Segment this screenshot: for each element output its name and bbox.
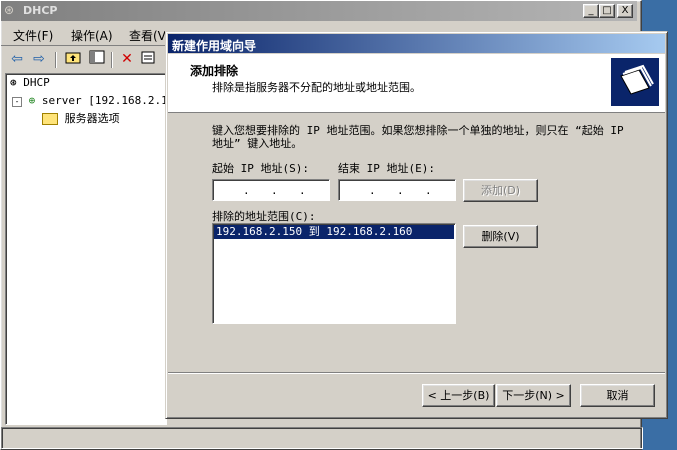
wizard-title: 新建作用域向导 — [172, 39, 257, 53]
back-button-label: < 上一步(B) — [427, 389, 490, 402]
properties-icon[interactable] — [139, 50, 159, 68]
status-bar — [1, 427, 643, 449]
tree-root-dhcp[interactable]: ⊛ DHCP — [10, 76, 50, 89]
end-ip-field[interactable]: . . . — [338, 179, 456, 201]
toolbar-separator — [111, 52, 113, 68]
back-button[interactable]: < 上一步(B) — [422, 384, 495, 407]
tree-server-label: server [192.168.2.10 — [41, 94, 175, 107]
server-icon: ⊕ — [28, 94, 36, 107]
remove-button-label: 删除(V) — [481, 230, 520, 243]
new-scope-wizard-dialog: 新建作用域向导 添加排除 排除是指服务器不分配的地址或地址范围。 键入您想要排除… — [165, 31, 668, 419]
next-button-label: 下一步(N) > — [502, 389, 565, 402]
tree-server-node[interactable]: - ⊕ server [192.168.2.10 — [12, 94, 174, 107]
remove-button[interactable]: 删除(V) — [463, 225, 538, 248]
show-hide-tree-icon[interactable] — [87, 50, 107, 68]
footer-separator — [168, 372, 665, 374]
menu-file[interactable]: 文件(F) — [13, 27, 53, 44]
folder-icon — [42, 113, 58, 125]
menu-action[interactable]: 操作(A) — [71, 27, 113, 44]
toolbar-separator — [55, 52, 57, 68]
forward-icon[interactable]: ⇨ — [29, 50, 49, 68]
excluded-ranges-list[interactable]: 192.168.2.150 到 192.168.2.160 — [212, 223, 456, 324]
close-button[interactable]: X — [617, 4, 633, 18]
console-tree[interactable]: ⊛ DHCP - ⊕ server [192.168.2.10 服务器选项 — [5, 73, 174, 425]
start-ip-label: 起始 IP 地址(S): — [212, 162, 309, 175]
wizard-titlebar[interactable]: 新建作用域向导 — [168, 34, 665, 53]
list-item[interactable]: 192.168.2.150 到 192.168.2.160 — [214, 225, 454, 239]
tree-root-label: DHCP — [23, 76, 50, 89]
end-ip-label: 结束 IP 地址(E): — [338, 162, 435, 175]
main-titlebar[interactable]: ⊛ DHCP _ □ X — [1, 1, 637, 21]
up-folder-icon[interactable] — [63, 50, 83, 68]
cancel-button[interactable]: 取消 — [580, 384, 655, 407]
maximize-button[interactable]: □ — [599, 4, 615, 18]
page-subtitle: 排除是指服务器不分配的地址或地址范围。 — [212, 81, 421, 94]
add-button[interactable]: 添加(D) — [463, 179, 538, 202]
next-button[interactable]: 下一步(N) > — [496, 384, 571, 407]
main-window-title: DHCP — [23, 4, 58, 17]
minimize-button[interactable]: _ — [583, 4, 599, 18]
instruction-text: 键入您想要排除的 IP 地址范围。如果您想排除一个单独的地址，则只在 “起始 I… — [212, 124, 624, 150]
dhcp-app-icon: ⊛ — [4, 3, 15, 17]
wizard-folder-icon — [611, 58, 659, 106]
back-icon[interactable]: ⇦ — [7, 50, 27, 68]
dhcp-node-icon: ⊛ — [10, 76, 17, 89]
delete-icon[interactable]: ✕ — [117, 50, 137, 68]
tree-server-options[interactable]: 服务器选项 — [42, 110, 120, 126]
start-ip-field[interactable]: . . . — [212, 179, 330, 201]
wizard-header: 添加排除 排除是指服务器不分配的地址或地址范围。 — [168, 54, 665, 113]
add-button-label: 添加(D) — [480, 184, 521, 197]
collapse-toggle-icon[interactable]: - — [12, 97, 22, 107]
tree-server-options-label: 服务器选项 — [64, 112, 120, 125]
excluded-ranges-label: 排除的地址范围(C): — [212, 210, 316, 223]
page-title: 添加排除 — [190, 64, 239, 78]
cancel-button-label: 取消 — [606, 389, 629, 402]
menu-view[interactable]: 查看(V — [129, 27, 166, 44]
